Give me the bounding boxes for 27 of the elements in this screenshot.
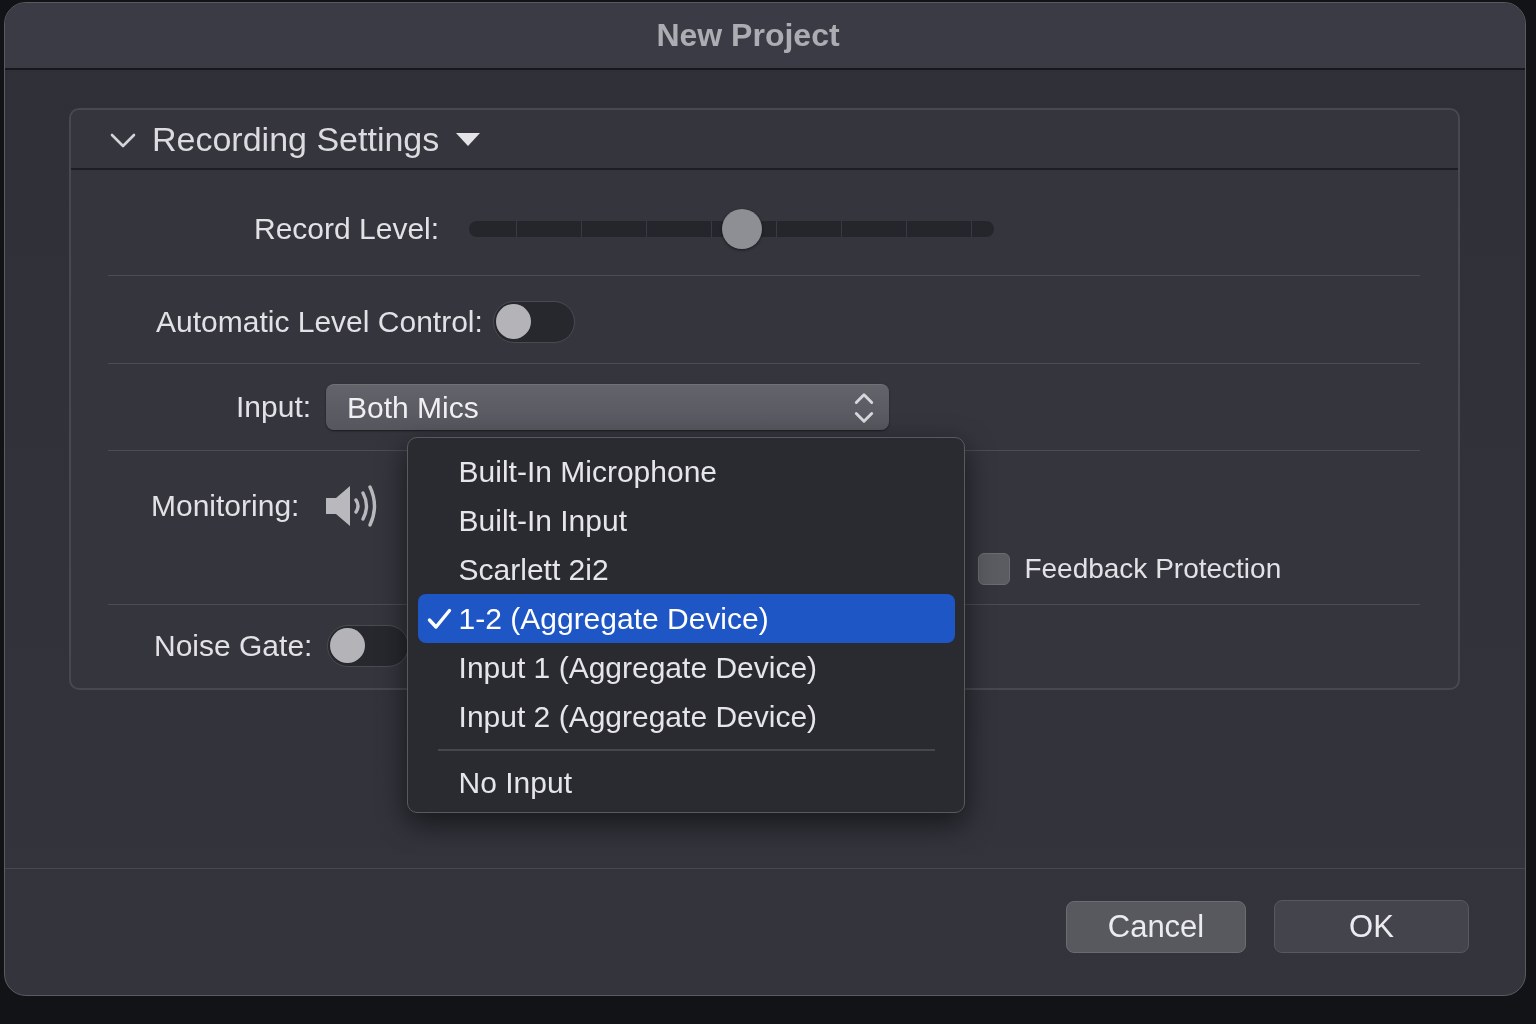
cancel-button[interactable]: Cancel — [1066, 901, 1246, 953]
field-label: Record Level: — [254, 212, 440, 246]
caret-down-icon[interactable] — [456, 132, 481, 146]
checkbox[interactable] — [978, 553, 1011, 585]
field-label: Monitoring: — [151, 488, 300, 523]
section-title: Recording Settings — [152, 119, 440, 159]
field-label: Automatic Level Control: — [156, 305, 483, 339]
toggle-switch[interactable] — [492, 301, 575, 343]
menu-item[interactable]: Built-In Microphone — [417, 447, 955, 496]
checkbox-label[interactable]: Feedback Protection — [1024, 553, 1282, 585]
field-label: Noise Gate: — [154, 628, 313, 663]
field-label: Input: — [236, 390, 312, 424]
menu-item[interactable]: 1-2 (Aggregate Device) — [417, 594, 955, 643]
checkmark-icon — [426, 607, 452, 630]
speaker-icon[interactable] — [325, 483, 378, 529]
chevron-down-icon[interactable] — [110, 132, 136, 148]
menu-item[interactable]: Input 2 (Aggregate Device) — [417, 692, 955, 741]
menu-item[interactable]: Input 1 (Aggregate Device) — [417, 643, 955, 692]
window-title: New Project — [656, 17, 840, 54]
menu-item[interactable]: Scarlett 2i2 — [417, 545, 955, 594]
menu-item[interactable]: Built-In Input — [417, 496, 955, 545]
toggle-switch[interactable] — [327, 624, 410, 667]
slider-thumb[interactable] — [722, 209, 763, 249]
ok-button[interactable]: OK — [1274, 900, 1469, 953]
menu-item[interactable]: No Input — [417, 758, 955, 807]
up-down-chevron-icon — [854, 391, 875, 424]
popup-button[interactable]: Both Mics — [326, 384, 890, 430]
